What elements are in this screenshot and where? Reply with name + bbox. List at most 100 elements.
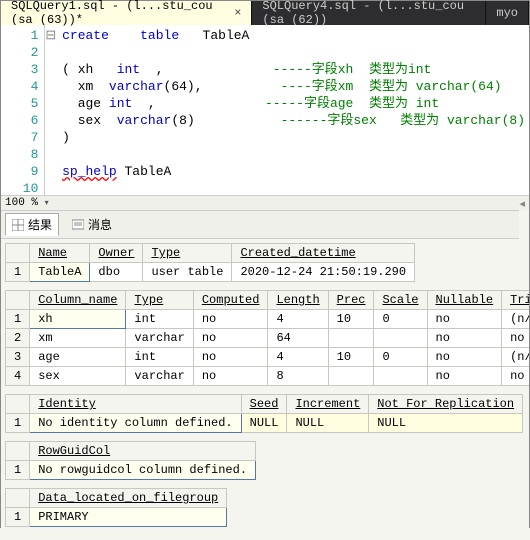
tab-label: SQLQuery1.sql - (l...stu_cou (sa (63))* <box>11 0 226 27</box>
col-header[interactable]: Owner <box>90 244 143 263</box>
col-header[interactable]: Computed <box>193 291 268 310</box>
cell[interactable]: 10 <box>328 310 374 329</box>
row-header[interactable]: 1 <box>6 461 30 480</box>
row-header[interactable]: 2 <box>6 329 30 348</box>
cell[interactable]: NULL <box>287 414 369 433</box>
table-row[interactable]: 1TableAdbouser table2020-12-24 21:50:19.… <box>6 263 415 282</box>
cell[interactable]: no <box>193 329 268 348</box>
table-row[interactable]: 1No identity column defined.NULLNULLNULL <box>6 414 523 433</box>
cell[interactable]: varchar <box>126 329 193 348</box>
cell[interactable]: no <box>427 367 502 386</box>
cell[interactable]: varchar <box>126 367 193 386</box>
col-header[interactable]: Identity <box>30 395 241 414</box>
cell[interactable]: no <box>427 329 502 348</box>
tab-query4[interactable]: SQLQuery4.sql - (l...stu_cou (sa (62)) <box>252 1 486 25</box>
message-icon <box>72 219 84 231</box>
cell[interactable]: No rowguidcol column defined. <box>30 461 256 480</box>
cell[interactable]: (n/a) <box>502 348 529 367</box>
cell[interactable]: no <box>193 348 268 367</box>
col-header[interactable]: Prec <box>328 291 374 310</box>
cell[interactable]: 8 <box>268 367 328 386</box>
cell[interactable]: NULL <box>369 414 523 433</box>
cell[interactable] <box>374 329 427 348</box>
col-header[interactable]: Name <box>30 244 90 263</box>
row-header[interactable]: 1 <box>6 508 30 527</box>
line-gutter: 12345678910 <box>1 25 45 195</box>
cell[interactable]: xm <box>30 329 126 348</box>
tab-messages[interactable]: 消息 <box>65 213 119 236</box>
chevron-left-icon[interactable]: ◂ <box>519 197 525 211</box>
cell[interactable]: user table <box>143 263 232 282</box>
table-row[interactable]: 1No rowguidcol column defined. <box>6 461 256 480</box>
results-pane[interactable]: NameOwnerTypeCreated_datetime1TableAdbou… <box>1 239 529 539</box>
cell[interactable]: int <box>126 310 193 329</box>
col-header[interactable]: Scale <box>374 291 427 310</box>
row-header[interactable]: 1 <box>6 310 30 329</box>
cell[interactable]: int <box>126 348 193 367</box>
cell[interactable]: no <box>193 367 268 386</box>
cell[interactable]: 10 <box>328 348 374 367</box>
chevron-down-icon[interactable]: ▾ <box>45 199 49 208</box>
col-header[interactable]: RowGuidCol <box>30 442 256 461</box>
cell[interactable]: No identity column defined. <box>30 414 241 433</box>
tab-myo[interactable]: myo <box>486 1 529 25</box>
col-header[interactable]: Type <box>126 291 193 310</box>
row-header[interactable]: 4 <box>6 367 30 386</box>
col-header[interactable]: Nullable <box>427 291 502 310</box>
cell[interactable]: no <box>427 310 502 329</box>
grid-rowguid[interactable]: RowGuidCol1No rowguidcol column defined. <box>5 441 256 480</box>
grid-identity[interactable]: IdentitySeedIncrementNot For Replication… <box>5 394 523 433</box>
cell[interactable]: 0 <box>374 348 427 367</box>
table-row[interactable]: 1xhintno4100no(n/a) <box>6 310 530 329</box>
code-area[interactable]: create table TableA( xh int , -----字段xh … <box>58 25 529 195</box>
cell[interactable]: (n/a) <box>502 310 529 329</box>
table-row[interactable]: 4sexvarcharno8nono <box>6 367 530 386</box>
cell[interactable]: 64 <box>268 329 328 348</box>
cell[interactable]: 0 <box>374 310 427 329</box>
row-header[interactable]: 3 <box>6 348 30 367</box>
cell[interactable]: age <box>30 348 126 367</box>
col-header[interactable]: Not For Replication <box>369 395 523 414</box>
grid-icon <box>12 219 24 231</box>
cell[interactable]: 4 <box>268 348 328 367</box>
col-header[interactable]: Column_name <box>30 291 126 310</box>
cell[interactable]: no <box>193 310 268 329</box>
tab-results[interactable]: 结果 <box>5 213 59 236</box>
cell[interactable]: NULL <box>241 414 287 433</box>
table-row[interactable]: 1PRIMARY <box>6 508 227 527</box>
cell[interactable]: 4 <box>268 310 328 329</box>
col-header[interactable]: Type <box>143 244 232 263</box>
cell[interactable]: dbo <box>90 263 143 282</box>
cell[interactable]: 2020-12-24 21:50:19.290 <box>232 263 415 282</box>
col-header[interactable]: Seed <box>241 395 287 414</box>
col-header[interactable]: Created_datetime <box>232 244 415 263</box>
grid-filegroup[interactable]: Data_located_on_filegroup1PRIMARY <box>5 488 227 527</box>
cell[interactable] <box>374 367 427 386</box>
cell[interactable]: PRIMARY <box>30 508 227 527</box>
col-header[interactable]: Increment <box>287 395 369 414</box>
col-header[interactable]: Length <box>268 291 328 310</box>
sql-editor[interactable]: 12345678910 ⊟ create table TableA( xh in… <box>1 25 529 195</box>
grid-tableinfo[interactable]: NameOwnerTypeCreated_datetime1TableAdbou… <box>5 243 415 282</box>
cell[interactable]: no <box>427 348 502 367</box>
row-header[interactable]: 1 <box>6 263 30 282</box>
zoom-level[interactable]: 100 % ▾ ◂ <box>1 195 529 210</box>
cell[interactable] <box>328 329 374 348</box>
tab-query1[interactable]: SQLQuery1.sql - (l...stu_cou (sa (63))* … <box>1 1 252 25</box>
cell[interactable]: sex <box>30 367 126 386</box>
cell[interactable]: no <box>502 329 529 348</box>
cell[interactable]: no <box>502 367 529 386</box>
grid-columns[interactable]: Column_nameTypeComputedLengthPrecScaleNu… <box>5 290 529 386</box>
col-header[interactable]: Data_located_on_filegroup <box>30 489 227 508</box>
tab-label: myo <box>496 6 518 20</box>
cell[interactable]: TableA <box>30 263 90 282</box>
col-header[interactable]: TrimTrailingB <box>502 291 529 310</box>
row-header[interactable]: 1 <box>6 414 30 433</box>
close-icon[interactable]: × <box>234 6 241 20</box>
table-row[interactable]: 3ageintno4100no(n/a) <box>6 348 530 367</box>
table-row[interactable]: 2xmvarcharno64nono <box>6 329 530 348</box>
fold-gutter: ⊟ <box>45 25 58 195</box>
cell[interactable] <box>328 367 374 386</box>
cell[interactable]: xh <box>30 310 126 329</box>
editor-tabs: SQLQuery1.sql - (l...stu_cou (sa (63))* … <box>1 1 529 25</box>
